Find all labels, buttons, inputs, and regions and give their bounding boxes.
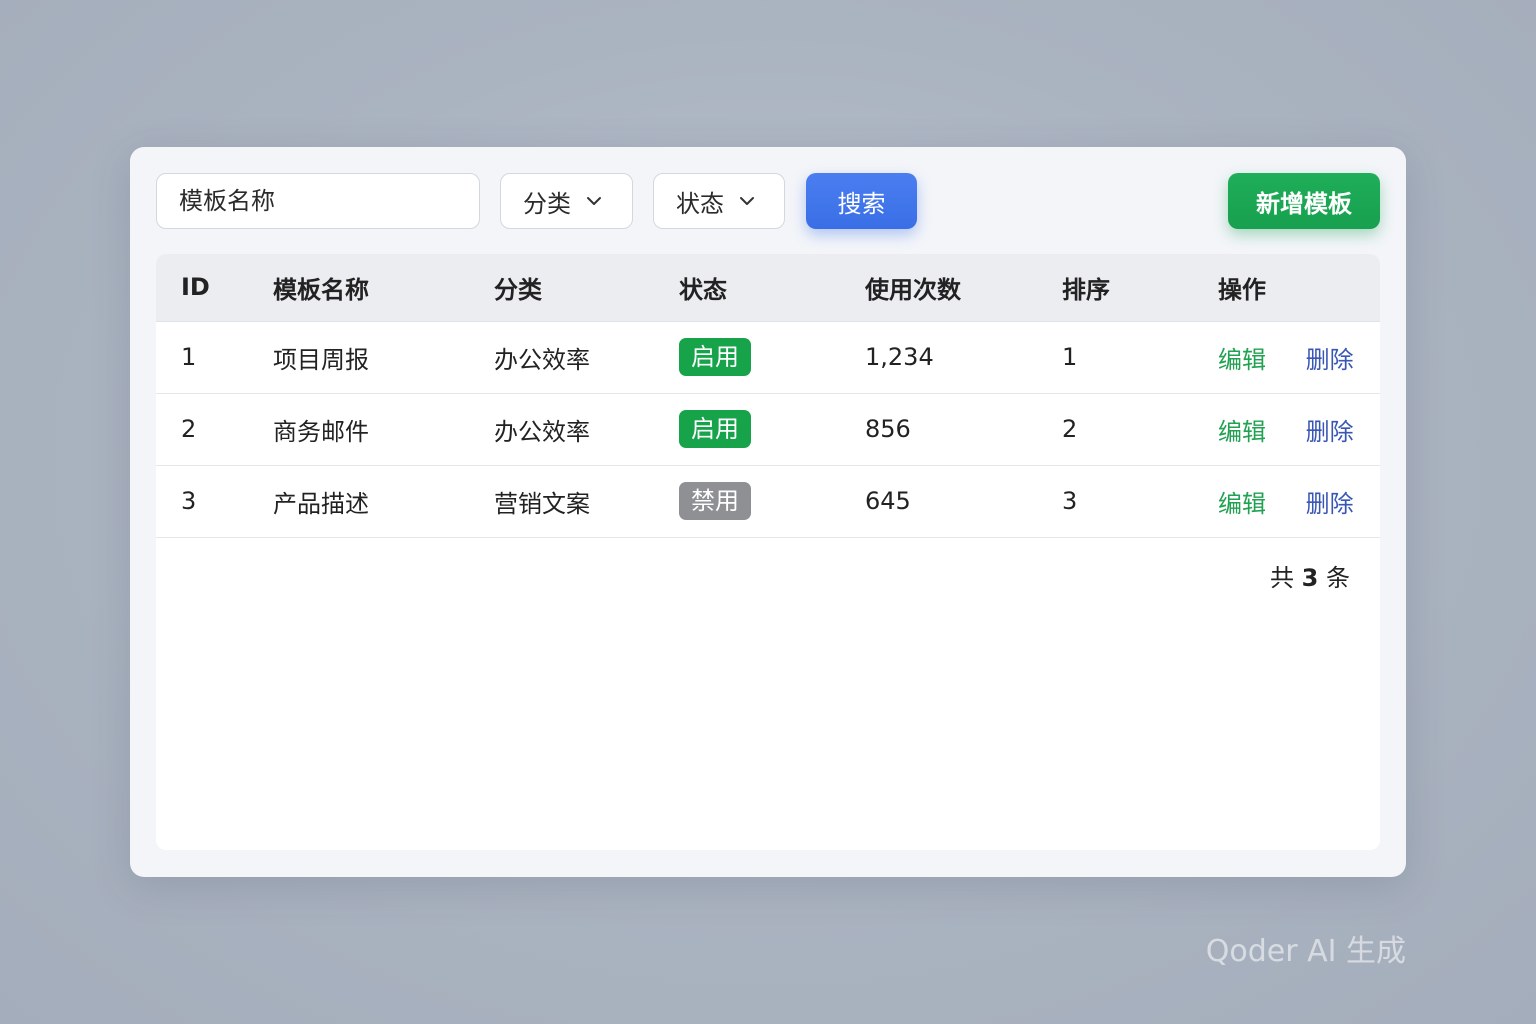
column-header-id: ID — [156, 254, 273, 322]
delete-link[interactable]: 删除 — [1306, 412, 1354, 447]
cell-name: 商务邮件 — [273, 393, 494, 466]
cell-sort: 3 — [1062, 465, 1218, 538]
template-table-container: ID 模板名称 分类 状态 使用次数 排序 操作 1 项目周报 办公效率 启用 — [156, 254, 1380, 850]
table-row: 3 产品描述 营销文案 禁用 645 3 编辑 删除 — [156, 465, 1380, 538]
edit-link[interactable]: 编辑 — [1218, 484, 1266, 519]
table-header-row: ID 模板名称 分类 状态 使用次数 排序 操作 — [156, 254, 1380, 322]
cell-actions: 编辑 删除 — [1218, 393, 1380, 466]
status-badge: 启用 — [679, 410, 751, 448]
cell-status: 禁用 — [679, 465, 865, 538]
delete-link[interactable]: 删除 — [1306, 340, 1354, 375]
cell-name: 产品描述 — [273, 465, 494, 538]
column-header-name: 模板名称 — [273, 254, 494, 322]
column-header-usage-count: 使用次数 — [865, 254, 1062, 322]
cell-category: 办公效率 — [494, 321, 679, 394]
delete-link[interactable]: 删除 — [1306, 484, 1354, 519]
table-row: 1 项目周报 办公效率 启用 1,234 1 编辑 删除 — [156, 321, 1380, 394]
cell-usage-count: 645 — [865, 465, 1062, 538]
status-select-label: 状态 — [676, 189, 724, 218]
column-header-sort: 排序 — [1062, 254, 1218, 322]
cell-usage-count: 1,234 — [865, 321, 1062, 394]
cell-category: 营销文案 — [494, 465, 679, 538]
filter-toolbar: 分类 状态 搜索 新增模板 — [156, 173, 1380, 229]
category-select-label: 分类 — [523, 189, 571, 218]
add-template-button[interactable]: 新增模板 — [1228, 173, 1380, 229]
edit-link[interactable]: 编辑 — [1218, 412, 1266, 447]
total-count: 共 3 条 — [1270, 558, 1350, 593]
status-select[interactable]: 状态 — [653, 173, 785, 229]
chevron-down-icon — [738, 192, 756, 210]
cell-category: 办公效率 — [494, 393, 679, 466]
template-management-panel: 分类 状态 搜索 新增模板 ID 模板名称 分类 状态 使用次数 排序 — [130, 147, 1406, 877]
cell-sort: 2 — [1062, 393, 1218, 466]
total-suffix: 条 — [1326, 564, 1350, 592]
cell-sort: 1 — [1062, 321, 1218, 394]
cell-actions: 编辑 删除 — [1218, 321, 1380, 394]
cell-id: 1 — [156, 321, 273, 394]
cell-usage-count: 856 — [865, 393, 1062, 466]
status-badge: 启用 — [679, 338, 751, 376]
column-header-status: 状态 — [679, 254, 865, 322]
cell-status: 启用 — [679, 321, 865, 394]
status-badge: 禁用 — [679, 482, 751, 520]
total-number: 3 — [1301, 564, 1319, 592]
edit-link[interactable]: 编辑 — [1218, 340, 1266, 375]
cell-id: 2 — [156, 393, 273, 466]
total-prefix: 共 — [1270, 564, 1295, 592]
column-header-category: 分类 — [494, 254, 679, 322]
search-button[interactable]: 搜索 — [806, 173, 917, 229]
cell-actions: 编辑 删除 — [1218, 465, 1380, 538]
template-table: ID 模板名称 分类 状态 使用次数 排序 操作 1 项目周报 办公效率 启用 — [156, 254, 1380, 538]
cell-name: 项目周报 — [273, 321, 494, 394]
template-name-input[interactable] — [156, 173, 480, 229]
cell-id: 3 — [156, 465, 273, 538]
category-select[interactable]: 分类 — [500, 173, 633, 229]
table-row: 2 商务邮件 办公效率 启用 856 2 编辑 删除 — [156, 393, 1380, 466]
cell-status: 启用 — [679, 393, 865, 466]
watermark: Qoder AI 生成 — [1205, 934, 1406, 969]
chevron-down-icon — [585, 192, 603, 210]
column-header-actions: 操作 — [1218, 254, 1380, 322]
